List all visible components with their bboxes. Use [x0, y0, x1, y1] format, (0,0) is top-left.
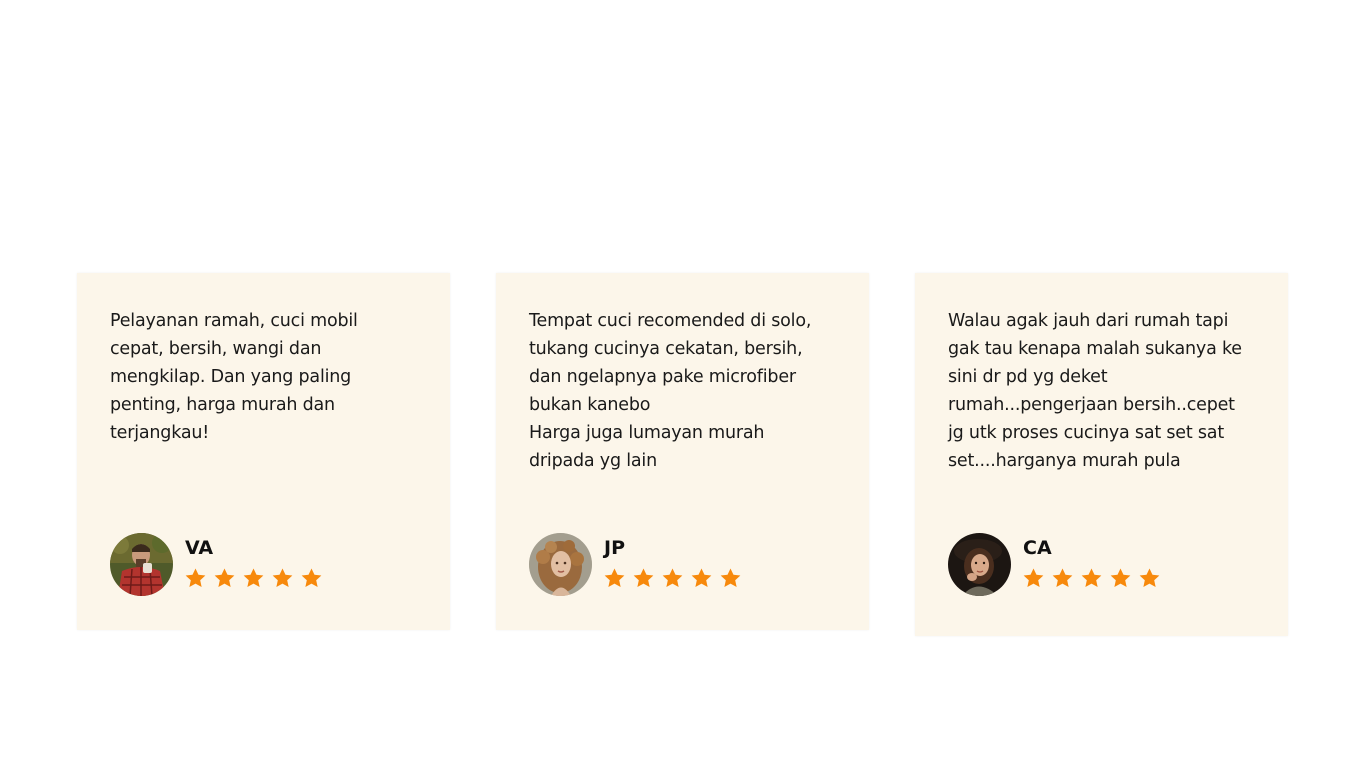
star-icon [719, 567, 742, 591]
reviewer-avatar [529, 533, 592, 596]
star-icon [271, 567, 294, 591]
star-icon [1080, 567, 1103, 591]
reviewer: VA [110, 533, 410, 597]
star-rating [1022, 567, 1161, 591]
reviewer-avatar [110, 533, 173, 596]
testimonial-quote: Walau agak jauh dari rumah tapi gak tau … [948, 311, 1242, 471]
testimonial-card: Pelayanan ramah, cuci mobil cepat, bersi… [77, 273, 450, 630]
star-icon [213, 567, 236, 591]
star-rating [603, 567, 742, 591]
testimonial-quote: Tempat cuci recomended di solo, tukang c… [529, 311, 812, 471]
testimonials-section: Pelayanan ramah, cuci mobil cepat, bersi… [0, 0, 1366, 768]
star-icon [184, 567, 207, 591]
star-icon [1051, 567, 1074, 591]
reviewer: CA [948, 533, 1248, 597]
reviewer-name: JP [604, 537, 625, 559]
star-icon [1138, 567, 1161, 591]
reviewer-name: CA [1023, 537, 1052, 559]
star-icon [603, 567, 626, 591]
testimonial-quote: Pelayanan ramah, cuci mobil cepat, bersi… [110, 311, 358, 443]
testimonial-card: Walau agak jauh dari rumah tapi gak tau … [915, 273, 1288, 636]
testimonial-card: Tempat cuci recomended di solo, tukang c… [496, 273, 869, 630]
star-icon [690, 567, 713, 591]
star-icon [632, 567, 655, 591]
reviewer: JP [529, 533, 829, 597]
star-icon [242, 567, 265, 591]
reviewer-name: VA [185, 537, 214, 559]
reviewer-avatar [948, 533, 1011, 596]
star-icon [300, 567, 323, 591]
star-icon [1022, 567, 1045, 591]
star-icon [1109, 567, 1132, 591]
star-rating [184, 567, 323, 591]
star-icon [661, 567, 684, 591]
